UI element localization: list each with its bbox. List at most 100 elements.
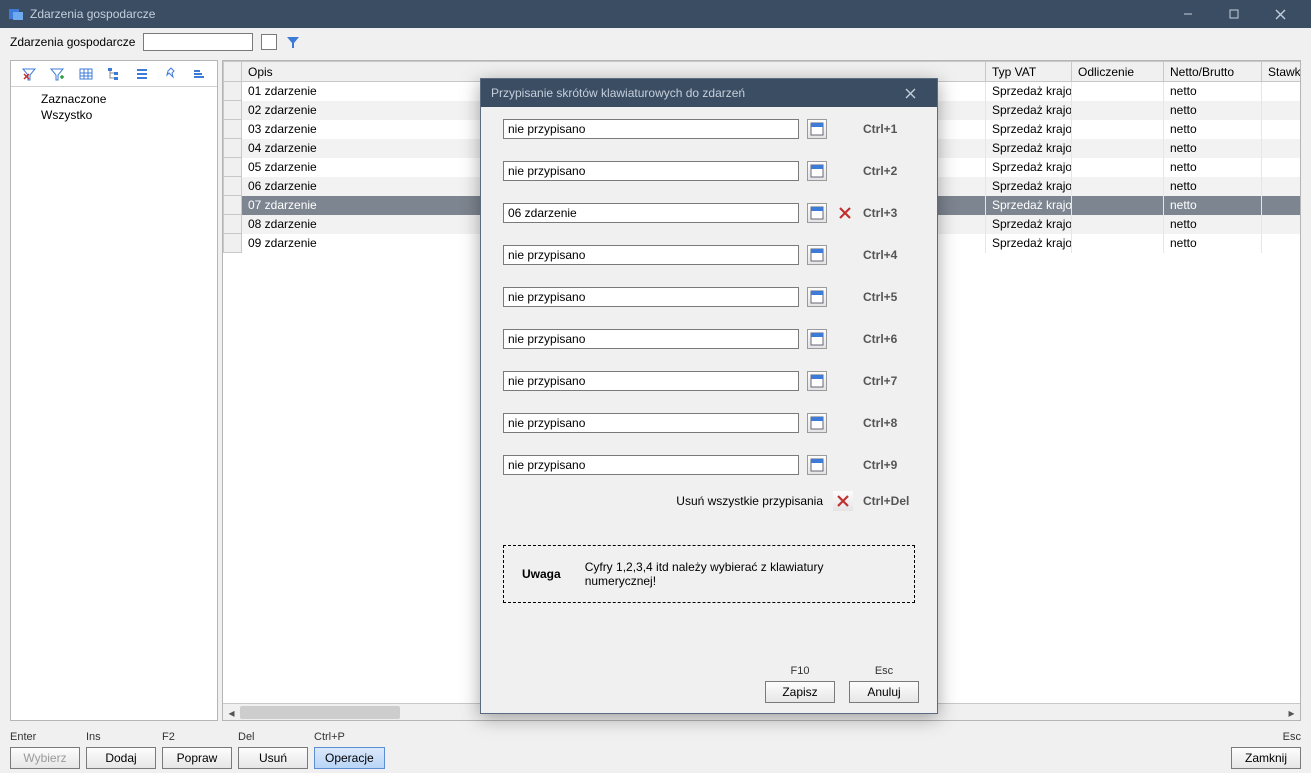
hint-zamknij: Esc — [1283, 731, 1301, 745]
hint-zapisz: F10 — [791, 665, 810, 679]
hint-operacje: Ctrl+P — [314, 731, 345, 745]
tree-item-wszystko[interactable]: Wszystko — [19, 107, 209, 123]
hint-usun: Del — [238, 731, 255, 745]
assignment-row: Ctrl+8 — [503, 413, 915, 433]
filter-funnel-icon[interactable] — [285, 34, 301, 50]
shortcut-dialog: Przypisanie skrótów klawiaturowych do zd… — [480, 78, 938, 714]
assignment-row: Ctrl+9 — [503, 455, 915, 475]
zapisz-button[interactable]: Zapisz — [765, 681, 835, 703]
filter-label: Zdarzenia gospodarcze — [10, 35, 135, 49]
delete-all-button[interactable] — [833, 491, 853, 511]
assignment-row: Ctrl+7 — [503, 371, 915, 391]
clear-assignment-button — [835, 119, 855, 139]
assignment-row: Ctrl+4 — [503, 245, 915, 265]
window-titlebar: Zdarzenia gospodarcze — [0, 0, 1311, 28]
wybierz-button[interactable]: Wybierz — [10, 747, 80, 769]
col-odliczenie[interactable]: Odliczenie — [1072, 62, 1164, 82]
scroll-left-arrow[interactable]: ◂ — [223, 704, 240, 721]
sort-icon[interactable] — [189, 64, 209, 84]
clear-assignment-button — [835, 287, 855, 307]
assignment-input[interactable] — [503, 203, 799, 223]
pick-event-button[interactable] — [807, 455, 827, 475]
popraw-button[interactable]: Popraw — [162, 747, 232, 769]
filter-add-icon[interactable] — [47, 64, 67, 84]
tree-icon[interactable] — [104, 64, 124, 84]
assignment-input[interactable] — [503, 119, 799, 139]
shortcut-label: Ctrl+9 — [863, 458, 915, 472]
dodaj-button[interactable]: Dodaj — [86, 747, 156, 769]
tree: Zaznaczone Wszystko — [11, 87, 217, 127]
assignment-input[interactable] — [503, 329, 799, 349]
pick-event-button[interactable] — [807, 119, 827, 139]
anuluj-button[interactable]: Anuluj — [849, 681, 919, 703]
col-stawka[interactable]: Stawka — [1262, 62, 1302, 82]
shortcut-label: Ctrl+1 — [863, 122, 915, 136]
row-header-column[interactable] — [224, 62, 242, 82]
dialog-title: Przypisanie skrótów klawiaturowych do zd… — [491, 86, 893, 100]
side-toolbar — [11, 61, 217, 87]
assignment-input[interactable] — [503, 413, 799, 433]
maximize-button[interactable] — [1211, 0, 1257, 28]
assignment-input[interactable] — [503, 161, 799, 181]
list-icon[interactable] — [132, 64, 152, 84]
pick-event-button[interactable] — [807, 161, 827, 181]
clear-assignment-button — [835, 329, 855, 349]
assignment-input[interactable] — [503, 287, 799, 307]
filter-bar: Zdarzenia gospodarcze — [0, 28, 1311, 56]
pin-icon[interactable] — [161, 64, 181, 84]
dialog-close-button[interactable] — [893, 79, 927, 107]
col-netto-brutto[interactable]: Netto/Brutto — [1164, 62, 1262, 82]
shortcut-label: Ctrl+5 — [863, 290, 915, 304]
note-heading: Uwaga — [522, 567, 561, 581]
assignment-row: Ctrl+6 — [503, 329, 915, 349]
assignment-input[interactable] — [503, 245, 799, 265]
minimize-button[interactable] — [1165, 0, 1211, 28]
side-panel: Zaznaczone Wszystko — [10, 60, 218, 721]
note-text: Cyfry 1,2,3,4 itd należy wybierać z klaw… — [585, 560, 845, 588]
scroll-thumb[interactable] — [240, 706, 400, 719]
grid-icon[interactable] — [76, 64, 96, 84]
assignment-input[interactable] — [503, 371, 799, 391]
shortcut-label: Ctrl+2 — [863, 164, 915, 178]
hint-dodaj: Ins — [86, 731, 101, 745]
filter-checkbox[interactable] — [261, 34, 277, 50]
shortcut-label: Ctrl+7 — [863, 374, 915, 388]
dialog-titlebar: Przypisanie skrótów klawiaturowych do zd… — [481, 79, 937, 107]
pick-event-button[interactable] — [807, 287, 827, 307]
assignment-input[interactable] — [503, 455, 799, 475]
clear-assignment-button — [835, 413, 855, 433]
scroll-right-arrow[interactable]: ▸ — [1283, 704, 1300, 721]
pick-event-button[interactable] — [807, 245, 827, 265]
hint-popraw: F2 — [162, 731, 175, 745]
operacje-button[interactable]: Operacje — [314, 747, 385, 769]
shortcut-label: Ctrl+8 — [863, 416, 915, 430]
assignment-row: Ctrl+3 — [503, 203, 915, 223]
assignment-row: Ctrl+1 — [503, 119, 915, 139]
shortcut-label: Ctrl+4 — [863, 248, 915, 262]
filter-clear-icon[interactable] — [19, 64, 39, 84]
close-button[interactable] — [1257, 0, 1303, 28]
filter-input[interactable] — [143, 33, 253, 51]
note-box: Uwaga Cyfry 1,2,3,4 itd należy wybierać … — [503, 545, 915, 603]
bottom-toolbar: Enter Wybierz Ins Dodaj F2 Popraw Del Usuń C… — [0, 721, 1311, 773]
tree-item-zaznaczone[interactable]: Zaznaczone — [19, 91, 209, 107]
usun-button[interactable]: Usuń — [238, 747, 308, 769]
zamknij-button[interactable]: Zamknij — [1231, 747, 1301, 769]
pick-event-button[interactable] — [807, 329, 827, 349]
col-typ-vat[interactable]: Typ VAT — [986, 62, 1072, 82]
shortcut-label: Ctrl+3 — [863, 206, 915, 220]
hint-wybierz: Enter — [10, 731, 36, 745]
pick-event-button[interactable] — [807, 413, 827, 433]
app-icon — [8, 6, 24, 22]
shortcut-label: Ctrl+6 — [863, 332, 915, 346]
clear-assignment-button — [835, 245, 855, 265]
clear-assignment-button[interactable] — [835, 203, 855, 223]
hint-anuluj: Esc — [875, 665, 893, 679]
assignment-row: Ctrl+2 — [503, 161, 915, 181]
pick-event-button[interactable] — [807, 203, 827, 223]
clear-assignment-button — [835, 371, 855, 391]
window-title: Zdarzenia gospodarcze — [30, 7, 1165, 21]
clear-assignment-button — [835, 161, 855, 181]
clear-assignment-button — [835, 455, 855, 475]
pick-event-button[interactable] — [807, 371, 827, 391]
